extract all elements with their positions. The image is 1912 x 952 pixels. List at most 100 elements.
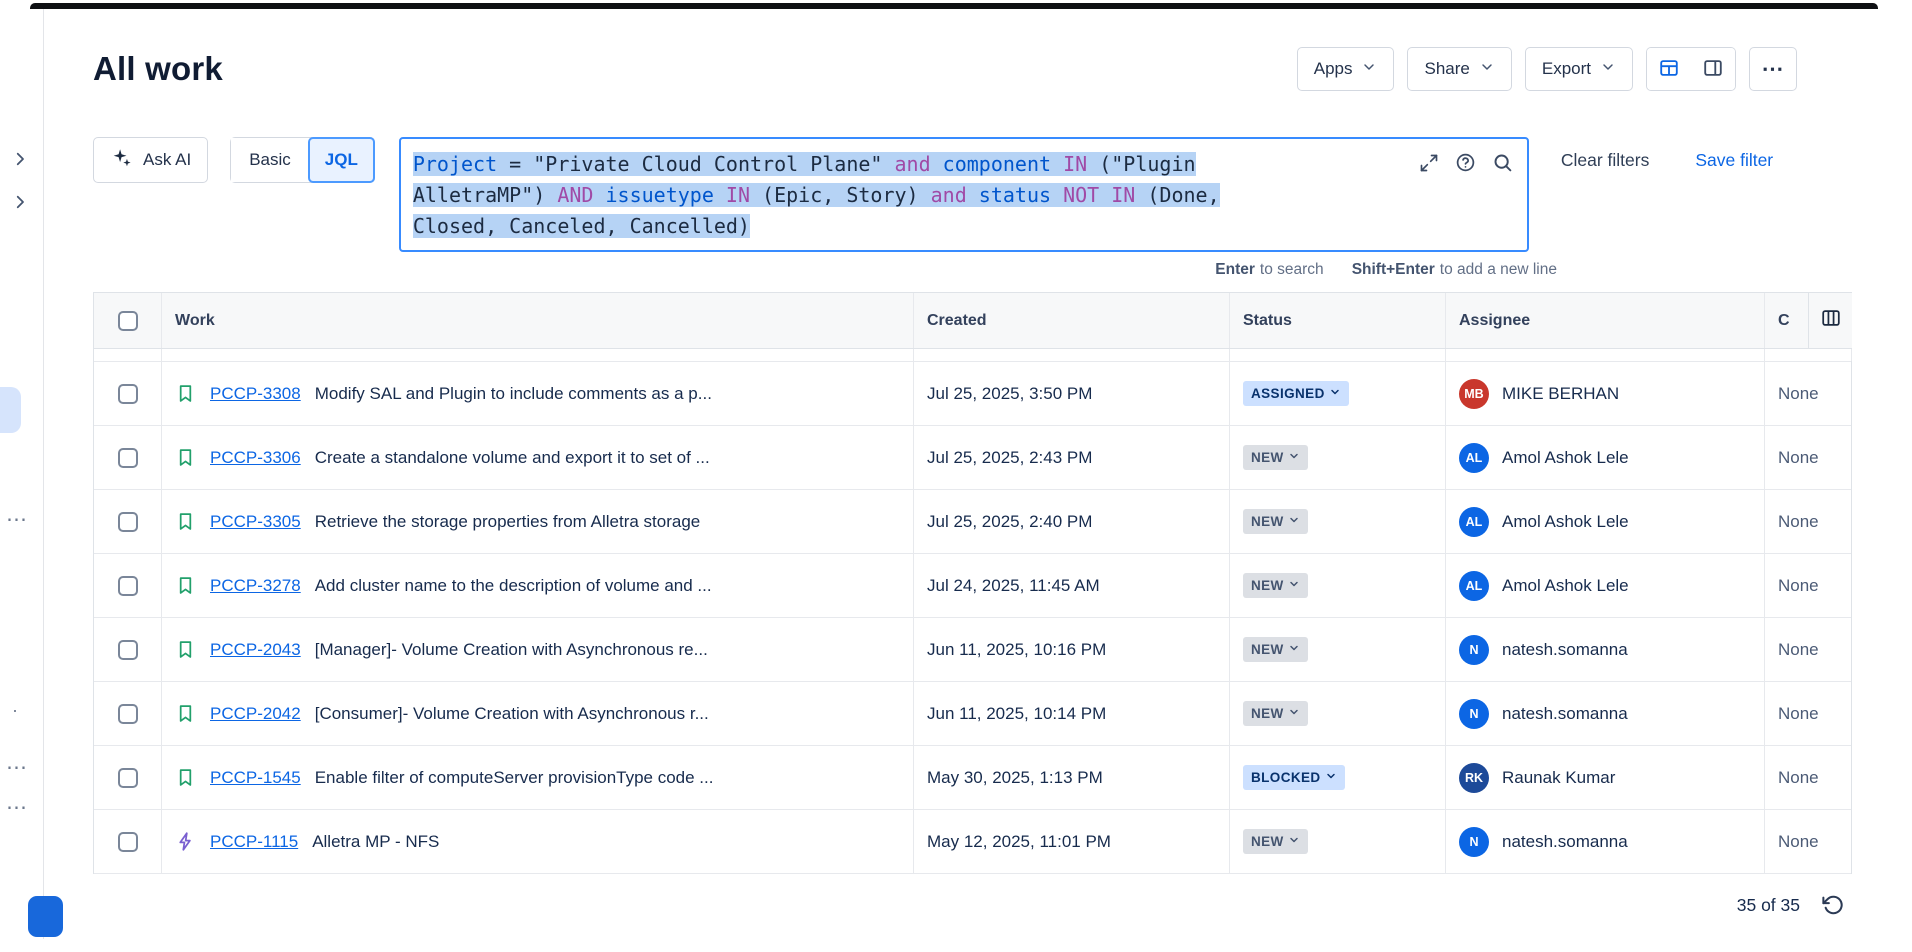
chevron-down-icon [1361,59,1377,80]
created-value: May 30, 2025, 1:13 PM [927,768,1103,788]
created-value: Jul 25, 2025, 2:43 PM [927,448,1092,468]
page-title: All work [93,50,223,88]
issue-key-link[interactable]: PCCP-2043 [210,640,301,660]
status-badge[interactable]: NEW [1243,637,1308,662]
apps-button[interactable]: Apps [1297,47,1395,91]
story-icon [175,703,196,724]
row-checkbox[interactable] [118,832,138,852]
clear-filters-button[interactable]: Clear filters [1561,150,1650,171]
more-actions-button[interactable]: ⋯ [1749,47,1797,91]
detail-view-button[interactable] [1691,48,1735,90]
sidebar-active-item-sliver[interactable] [0,387,21,433]
refresh-icon[interactable] [1822,894,1844,916]
table-row[interactable]: PCCP-1545 Enable filter of computeServer… [94,746,1851,810]
share-button[interactable]: Share [1407,47,1511,91]
select-all-checkbox[interactable] [118,311,138,331]
export-button[interactable]: Export [1525,47,1633,91]
status-label: ASSIGNED [1251,386,1325,401]
issue-key-link[interactable]: PCCP-1115 [210,832,298,852]
table-row[interactable]: PCCP-2042 [Consumer]- Volume Creation wi… [94,682,1851,746]
row-checkbox[interactable] [118,512,138,532]
issue-key-link[interactable]: PCCP-3278 [210,576,301,596]
jql-editor[interactable]: Project = "Private Cloud Control Plane" … [399,137,1529,252]
components-value: None [1778,512,1819,532]
assignee-name: natesh.somanna [1502,704,1628,724]
table-footer: 35 of 35 [93,874,1852,936]
status-badge[interactable]: NEW [1243,445,1308,470]
sidebar-bottom-button[interactable] [28,896,63,937]
ask-ai-button[interactable]: Ask AI [93,137,208,183]
jql-mode-button[interactable]: JQL [308,137,375,183]
ellipsis-icon: ⋯ [1762,56,1785,82]
more-icon[interactable]: ⋯ [6,757,28,778]
hint-enter-text: to search [1260,261,1324,278]
basic-mode-button[interactable]: Basic [231,138,309,182]
row-checkbox[interactable] [118,448,138,468]
row-checkbox[interactable] [118,640,138,660]
table-row[interactable]: PCCP-1115 Alletra MP - NFS May 12, 2025,… [94,810,1851,874]
components-value: None [1778,576,1819,596]
issue-summary: [Consumer]- Volume Creation with Asynchr… [315,704,709,724]
components-value: None [1778,832,1819,852]
column-header-components[interactable]: C [1765,293,1852,348]
chevron-right-icon[interactable] [11,150,29,173]
side-panel-icon [1702,57,1724,82]
column-settings-button[interactable] [1808,293,1852,348]
help-icon[interactable] [1455,152,1476,173]
column-header-status[interactable]: Status [1230,293,1446,348]
chevron-down-icon [1288,834,1300,849]
column-header-assignee[interactable]: Assignee [1446,293,1765,348]
chevron-down-icon [1288,514,1300,529]
status-label: NEW [1251,834,1284,849]
issue-key-link[interactable]: PCCP-1545 [210,768,301,788]
status-label: NEW [1251,642,1284,657]
components-value: None [1778,704,1819,724]
status-badge[interactable]: NEW [1243,573,1308,598]
status-badge[interactable]: NEW [1243,829,1308,854]
hint-enter-key: Enter [1215,261,1255,278]
jql-query-text[interactable]: Project = "Private Cloud Control Plane" … [413,149,1407,242]
expand-icon[interactable] [1419,153,1439,173]
row-checkbox[interactable] [118,768,138,788]
jql-editor-tools [1419,152,1513,173]
created-value: May 12, 2025, 11:01 PM [927,832,1111,852]
table-body: PCCP-3308 Modify SAL and Plugin to inclu… [94,362,1851,874]
table-row[interactable]: PCCP-3306 Create a standalone volume and… [94,426,1851,490]
status-badge[interactable]: BLOCKED [1243,765,1345,790]
issue-key-link[interactable]: PCCP-3308 [210,384,301,404]
columns-icon [1820,307,1842,334]
assignee-name: natesh.somanna [1502,832,1628,852]
issue-key-link[interactable]: PCCP-3306 [210,448,301,468]
column-header-work[interactable]: Work [162,293,914,348]
issue-key-link[interactable]: PCCP-2042 [210,704,301,724]
issue-summary: [Manager]- Volume Creation with Asynchro… [315,640,708,660]
story-icon [175,383,196,404]
search-hints: Enterto search Shift+Enterto add a new l… [93,261,1557,279]
column-header-created[interactable]: Created [914,293,1230,348]
sparkle-icon [110,147,132,174]
row-checkbox[interactable] [118,384,138,404]
table-view-button[interactable] [1647,48,1691,90]
row-checkbox[interactable] [118,704,138,724]
avatar: AL [1459,443,1489,473]
components-value: None [1778,448,1819,468]
issue-key-link[interactable]: PCCP-3305 [210,512,301,532]
chevron-right-icon[interactable] [11,193,29,216]
row-checkbox[interactable] [118,576,138,596]
status-badge[interactable]: ASSIGNED [1243,381,1349,406]
more-icon[interactable]: ⋯ [6,509,28,530]
status-badge[interactable]: NEW [1243,509,1308,534]
table-row[interactable]: PCCP-3308 Modify SAL and Plugin to inclu… [94,362,1851,426]
story-icon [175,575,196,596]
all-work-page: All work Apps Share Export [45,9,1912,952]
table-row[interactable]: PCCP-2043 [Manager]- Volume Creation wit… [94,618,1851,682]
more-icon[interactable]: ⋯ [6,797,28,818]
status-badge[interactable]: NEW [1243,701,1308,726]
table-row[interactable]: PCCP-3278 Add cluster name to the descri… [94,554,1851,618]
page-actions: Apps Share Export ⋯ [1297,47,1797,91]
assignee-name: MIKE BERHAN [1502,384,1619,404]
save-filter-button[interactable]: Save filter [1695,150,1773,171]
story-icon [175,511,196,532]
table-row[interactable]: PCCP-3305 Retrieve the storage propertie… [94,490,1851,554]
search-icon[interactable] [1492,152,1513,173]
